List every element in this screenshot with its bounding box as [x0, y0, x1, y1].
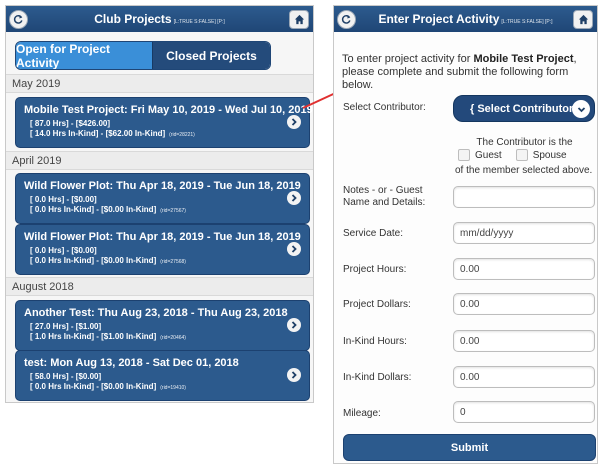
back-button[interactable] — [337, 10, 356, 29]
month-header: May 2019 — [6, 74, 313, 93]
spouse-checkbox[interactable] — [515, 149, 528, 161]
project-hours-dollars: [ 0.0 Hrs] - [$0.00] — [30, 195, 97, 204]
project-hours-dollars: [ 58.0 Hrs] - [$0.00] — [30, 372, 102, 381]
project-status-toggle: Open for Project Activity Closed Project… — [15, 41, 271, 70]
service-date-label: Service Date: — [343, 228, 404, 239]
project-name: Mobile Test Project — [473, 53, 574, 65]
project-hours-dollars: [ 87.0 Hrs] - [$426.00] — [30, 119, 111, 128]
guest-checkbox[interactable] — [458, 149, 470, 161]
tab-open-projects[interactable]: Open for Project Activity — [16, 42, 152, 69]
project-inkind: [ 0.0 Hrs In-Kind] - [$0.00 In-Kind] (rid… — [30, 382, 186, 391]
chevron-right-icon[interactable] — [287, 368, 301, 382]
chevron-right-icon[interactable] — [287, 191, 301, 205]
chevron-right-icon[interactable] — [287, 242, 301, 256]
debug-flags: [L:TRUE S:FALSE] [P:] — [173, 19, 225, 25]
notes-field[interactable] — [453, 186, 595, 208]
select-contributor-button[interactable]: { Select Contributor } — [453, 95, 595, 122]
project-hours-field[interactable]: 0.00 — [453, 258, 595, 280]
page-title: Club Projects [L:TRUE S:FALSE] [P:] — [94, 12, 225, 26]
record-id: (rid=28221) — [169, 132, 195, 138]
chevron-down-icon — [572, 100, 590, 118]
record-id: (rid=27567) — [160, 208, 186, 214]
inkind-hours-field[interactable]: 0.00 — [453, 330, 595, 352]
chevron-right-icon[interactable] — [287, 318, 301, 332]
project-title: test: Mon Aug 13, 2018 - Sat Dec 01, 201… — [24, 357, 239, 369]
project-inkind: [ 1.0 Hrs In-Kind] - [$1.00 In-Kind] (rid… — [30, 332, 186, 341]
submit-button[interactable]: Submit — [343, 434, 596, 461]
enter-activity-panel: Enter Project Activity [L:TRUE S:FALSE] [… — [333, 5, 598, 464]
mileage-field[interactable]: 0 — [453, 401, 595, 423]
project-dollars-field[interactable]: 0.00 — [453, 293, 595, 315]
contributor-note-end: of the member selected above. — [455, 165, 593, 176]
project-hours-label: Project Hours: — [343, 264, 407, 275]
contributor-type-options: Guest Spouse — [458, 149, 567, 161]
project-inkind: [ 14.0 Hrs In-Kind] - [$62.00 In-Kind] (r… — [30, 129, 195, 138]
record-id: (rid=19410) — [160, 385, 186, 391]
project-inkind: [ 0.0 Hrs In-Kind] - [$0.00 In-Kind] (rid… — [30, 205, 186, 214]
project-inkind: [ 0.0 Hrs In-Kind] - [$0.00 In-Kind] (rid… — [30, 256, 186, 265]
home-button[interactable] — [573, 10, 593, 29]
page-title: Enter Project Activity [L:TRUE S:FALSE] [… — [378, 12, 553, 26]
project-dollars-label: Project Dollars: — [343, 299, 411, 310]
back-button[interactable] — [9, 10, 28, 29]
right-header: Enter Project Activity [L:TRUE S:FALSE] [… — [334, 6, 597, 32]
project-hours-dollars: [ 27.0 Hrs] - [$1.00] — [30, 322, 102, 331]
project-card[interactable]: Another Test: Thu Aug 23, 2018 - Thu Aug… — [15, 300, 310, 351]
project-title: Wild Flower Plot: Thu Apr 18, 2019 - Tue… — [24, 180, 301, 192]
tab-closed-projects[interactable]: Closed Projects — [152, 42, 270, 69]
project-title: Another Test: Thu Aug 23, 2018 - Thu Aug… — [24, 307, 288, 319]
inkind-dollars-label: In-Kind Dollars: — [343, 372, 412, 383]
record-id: (rid=27568) — [160, 259, 186, 265]
project-title: Mobile Test Project: Fri May 10, 2019 - … — [24, 104, 313, 116]
inkind-hours-label: In-Kind Hours: — [343, 336, 407, 347]
month-header: August 2018 — [6, 277, 313, 296]
project-hours-dollars: [ 0.0 Hrs] - [$0.00] — [30, 246, 97, 255]
notes-label: Notes - or - Guest Name and Details: — [343, 185, 426, 208]
form-intro: To enter project activity for Mobile Tes… — [342, 53, 577, 91]
project-title: Wild Flower Plot: Thu Apr 18, 2019 - Tue… — [24, 231, 301, 243]
debug-flags: [L:TRUE S:FALSE] [P:] — [501, 19, 553, 25]
project-card[interactable]: Wild Flower Plot: Thu Apr 18, 2019 - Tue… — [15, 173, 310, 224]
club-projects-panel: Club Projects [L:TRUE S:FALSE] [P:] Open … — [5, 5, 314, 403]
chevron-right-icon[interactable] — [287, 115, 301, 129]
project-card[interactable]: test: Mon Aug 13, 2018 - Sat Dec 01, 201… — [15, 350, 310, 401]
home-icon — [294, 14, 304, 25]
record-id: (rid=20464) — [160, 335, 186, 341]
left-header: Club Projects [L:TRUE S:FALSE] [P:] — [6, 6, 313, 32]
project-card[interactable]: Wild Flower Plot: Thu Apr 18, 2019 - Tue… — [15, 224, 310, 275]
back-icon — [13, 14, 23, 24]
contributor-label: Select Contributor: — [343, 102, 426, 113]
spouse-label: Spouse — [532, 149, 567, 161]
home-icon — [578, 14, 588, 25]
mileage-label: Mileage: — [343, 408, 381, 419]
service-date-field[interactable]: mm/dd/yyyy — [453, 222, 595, 244]
home-button[interactable] — [289, 10, 309, 29]
project-card[interactable]: Mobile Test Project: Fri May 10, 2019 - … — [15, 97, 313, 148]
month-header: April 2019 — [6, 151, 313, 170]
contributor-note: The Contributor is the — [476, 137, 573, 148]
inkind-dollars-field[interactable]: 0.00 — [453, 366, 595, 388]
back-icon — [341, 14, 351, 24]
guest-label: Guest — [475, 149, 502, 161]
